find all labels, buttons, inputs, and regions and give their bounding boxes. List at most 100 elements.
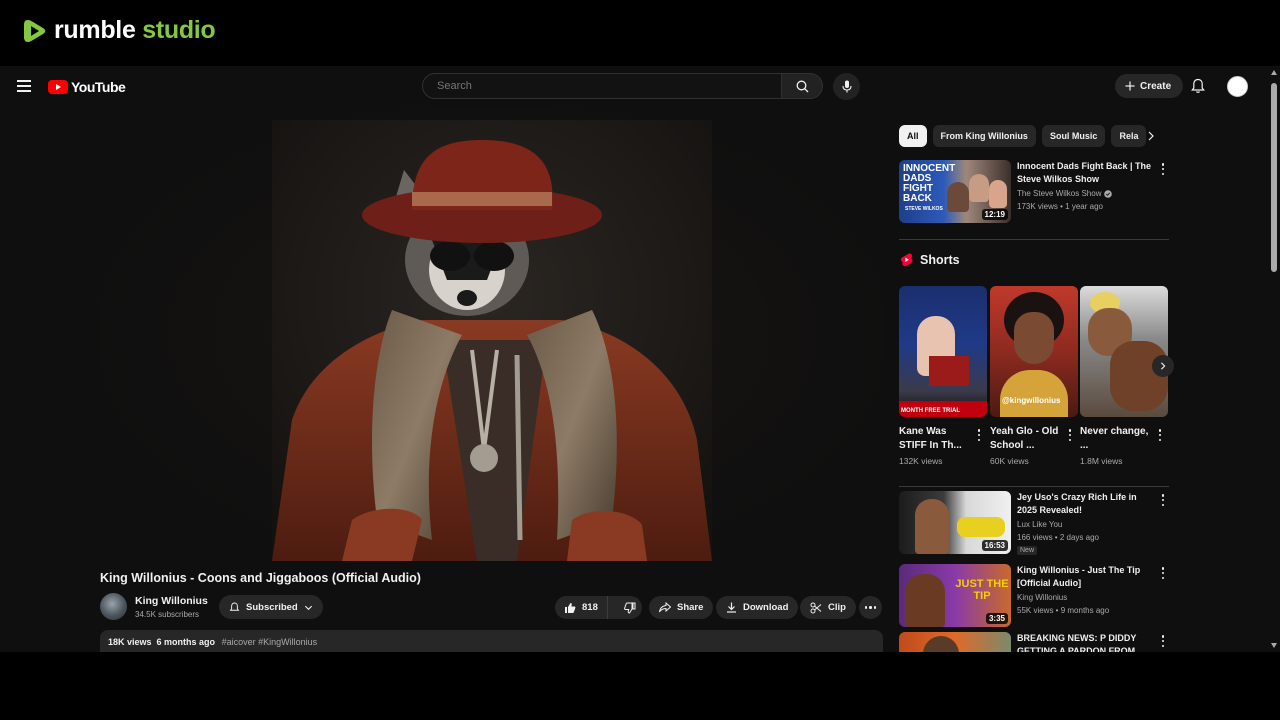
recommendation-channel-name: King Willonius: [1017, 593, 1068, 602]
recommendation-title[interactable]: King Willonius - Just The Tip [Official …: [1017, 564, 1157, 590]
create-button[interactable]: Create: [1115, 74, 1184, 98]
more-options-icon[interactable]: [1161, 635, 1165, 647]
shorts-next-button[interactable]: [1152, 355, 1174, 377]
youtube-window: YouTube Create: [0, 66, 1280, 652]
channel-avatar[interactable]: [100, 593, 127, 620]
more-options-icon[interactable]: [1068, 429, 1072, 441]
scroll-down-arrow-icon[interactable]: [1271, 643, 1277, 648]
channel-row: King Willonius 34.5K subscribers Subscri…: [100, 593, 883, 623]
video-duration: 16:53: [981, 540, 1008, 551]
short-title[interactable]: Kane Was STIFF In Th...: [899, 425, 969, 453]
masthead: YouTube Create: [0, 66, 1268, 106]
video-player[interactable]: [100, 106, 883, 561]
subscribed-button[interactable]: Subscribed: [219, 595, 323, 619]
scrollbar-thumb[interactable]: [1271, 83, 1277, 272]
voice-search-button[interactable]: [833, 73, 860, 100]
rumble-header: rumble studio: [0, 0, 1280, 66]
dislike-button[interactable]: [614, 596, 646, 619]
account-avatar[interactable]: [1227, 76, 1248, 97]
recommendation-item[interactable]: BREAKING NEWS: P DIDDY GETTING A PARDON …: [899, 632, 1169, 652]
short-title[interactable]: Yeah Glo - Old School ...: [990, 425, 1060, 453]
menu-icon[interactable]: [17, 80, 31, 92]
view-count: 18K views: [108, 637, 152, 647]
subscribed-label: Subscribed: [246, 601, 298, 613]
more-options-icon[interactable]: [1161, 567, 1165, 579]
create-label: Create: [1140, 80, 1172, 92]
chip-related[interactable]: Rela: [1111, 125, 1147, 147]
section-divider: [899, 486, 1169, 487]
scroll-up-arrow-icon[interactable]: [1271, 70, 1277, 75]
short-title[interactable]: Never change, ...: [1080, 425, 1150, 453]
like-count: 818: [582, 602, 598, 613]
recommendation-item[interactable]: 16:53 Jey Uso's Crazy Rich Life in 2025 …: [899, 491, 1169, 555]
chevron-right-icon: [1161, 362, 1166, 370]
hashtags[interactable]: #aicover #KingWillonius: [222, 637, 318, 647]
thumbnail-subtext: STEVE WILKOS: [905, 206, 943, 212]
thumbs-up-icon: [565, 602, 576, 613]
notifications-bell-icon[interactable]: [1190, 78, 1206, 94]
shorts-icon: [900, 253, 913, 267]
recommendation-item[interactable]: INNOCENT DADS FIGHT BACK STEVE WILKOS 12…: [899, 160, 1169, 224]
recommendation-channel-name: Lux Like You: [1017, 520, 1063, 529]
more-actions-button[interactable]: [859, 596, 882, 619]
recommendation-channel[interactable]: King Willonius: [1017, 593, 1067, 602]
recommendation-thumbnail[interactable]: 16:53: [899, 491, 1011, 554]
description-box[interactable]: 18K views 6 months ago #aicover #KingWil…: [100, 630, 883, 652]
recommendation-thumbnail[interactable]: [899, 632, 1011, 652]
recommendation-thumbnail[interactable]: JUST THE TIP 3:35: [899, 564, 1011, 627]
chip-all[interactable]: All: [899, 125, 927, 147]
thumbnail-text: JUST THE TIP: [955, 578, 1009, 602]
video-title: King Willonius - Coons and Jiggaboos (Of…: [100, 571, 421, 585]
short-thumb-text: @kingwillonius: [1002, 396, 1061, 405]
rumble-studio-text: studio: [142, 16, 216, 44]
short-item[interactable]: MONTH FREE TRIAL Kane Was STIFF In Th...…: [899, 286, 987, 466]
download-icon: [727, 602, 736, 613]
search-input[interactable]: [423, 74, 781, 98]
scissors-icon: [810, 602, 822, 613]
recommendation-title[interactable]: Innocent Dads Fight Back | The Steve Wil…: [1017, 160, 1157, 186]
verified-icon: [1104, 189, 1113, 198]
short-thumbnail[interactable]: @kingwillonius: [990, 286, 1078, 417]
clip-label: Clip: [828, 602, 846, 613]
short-thumbnail[interactable]: MONTH FREE TRIAL: [899, 286, 987, 417]
recommendation-channel[interactable]: The Steve Wilkos Show: [1017, 189, 1113, 198]
more-options-icon[interactable]: [1158, 429, 1162, 441]
recommendation-thumbnail[interactable]: INNOCENT DADS FIGHT BACK STEVE WILKOS 12…: [899, 160, 1011, 223]
recommendation-channel[interactable]: Lux Like You: [1017, 520, 1062, 529]
plus-icon: [1125, 81, 1135, 91]
filter-chips: All From King Willonius Soul Music Rela: [899, 125, 1169, 147]
upload-age: 6 months ago: [156, 637, 216, 647]
share-icon: [659, 602, 671, 613]
recommendation-title[interactable]: Jey Uso's Crazy Rich Life in 2025 Reveal…: [1017, 491, 1157, 517]
short-views: 132K views: [899, 456, 943, 466]
more-options-icon[interactable]: [1161, 494, 1165, 506]
thumbs-down-icon: [623, 602, 636, 614]
like-button[interactable]: 818: [555, 596, 608, 619]
search-box[interactable]: [422, 73, 782, 99]
bell-icon: [229, 602, 240, 611]
rumble-brand-text: rumble: [54, 16, 136, 44]
recommendation-title[interactable]: BREAKING NEWS: P DIDDY GETTING A PARDON …: [1017, 632, 1157, 652]
chip-from-channel[interactable]: From King Willonius: [932, 125, 1036, 147]
chevron-right-icon[interactable]: [1146, 131, 1156, 141]
short-item[interactable]: @kingwillonius Yeah Glo - Old School ...…: [990, 286, 1078, 466]
channel-name[interactable]: King Willonius: [135, 595, 208, 607]
search-button[interactable]: [781, 73, 823, 99]
recommendation-item[interactable]: JUST THE TIP 3:35 King Willonius - Just …: [899, 564, 1169, 628]
rumble-logo: rumble studio: [22, 16, 216, 45]
search-icon: [796, 80, 808, 92]
thumbnail-text: INNOCENT DADS FIGHT BACK: [903, 163, 956, 204]
share-button[interactable]: Share: [649, 596, 714, 619]
scrollbar[interactable]: [1268, 66, 1280, 652]
short-views: 1.8M views: [1080, 456, 1123, 466]
short-item[interactable]: Never change, ... 1.8M views: [1080, 286, 1168, 466]
subscriber-count: 34.5K subscribers: [135, 610, 200, 619]
download-button[interactable]: Download: [716, 596, 799, 619]
youtube-logo[interactable]: YouTube: [48, 79, 126, 95]
more-options-icon[interactable]: [1161, 163, 1165, 175]
clip-button[interactable]: Clip: [800, 596, 856, 619]
more-options-icon[interactable]: [977, 429, 981, 441]
recommendation-meta: 173K views • 1 year ago: [1017, 202, 1103, 211]
short-thumbnail[interactable]: [1080, 286, 1168, 417]
chip-soul-music[interactable]: Soul Music: [1041, 125, 1106, 147]
